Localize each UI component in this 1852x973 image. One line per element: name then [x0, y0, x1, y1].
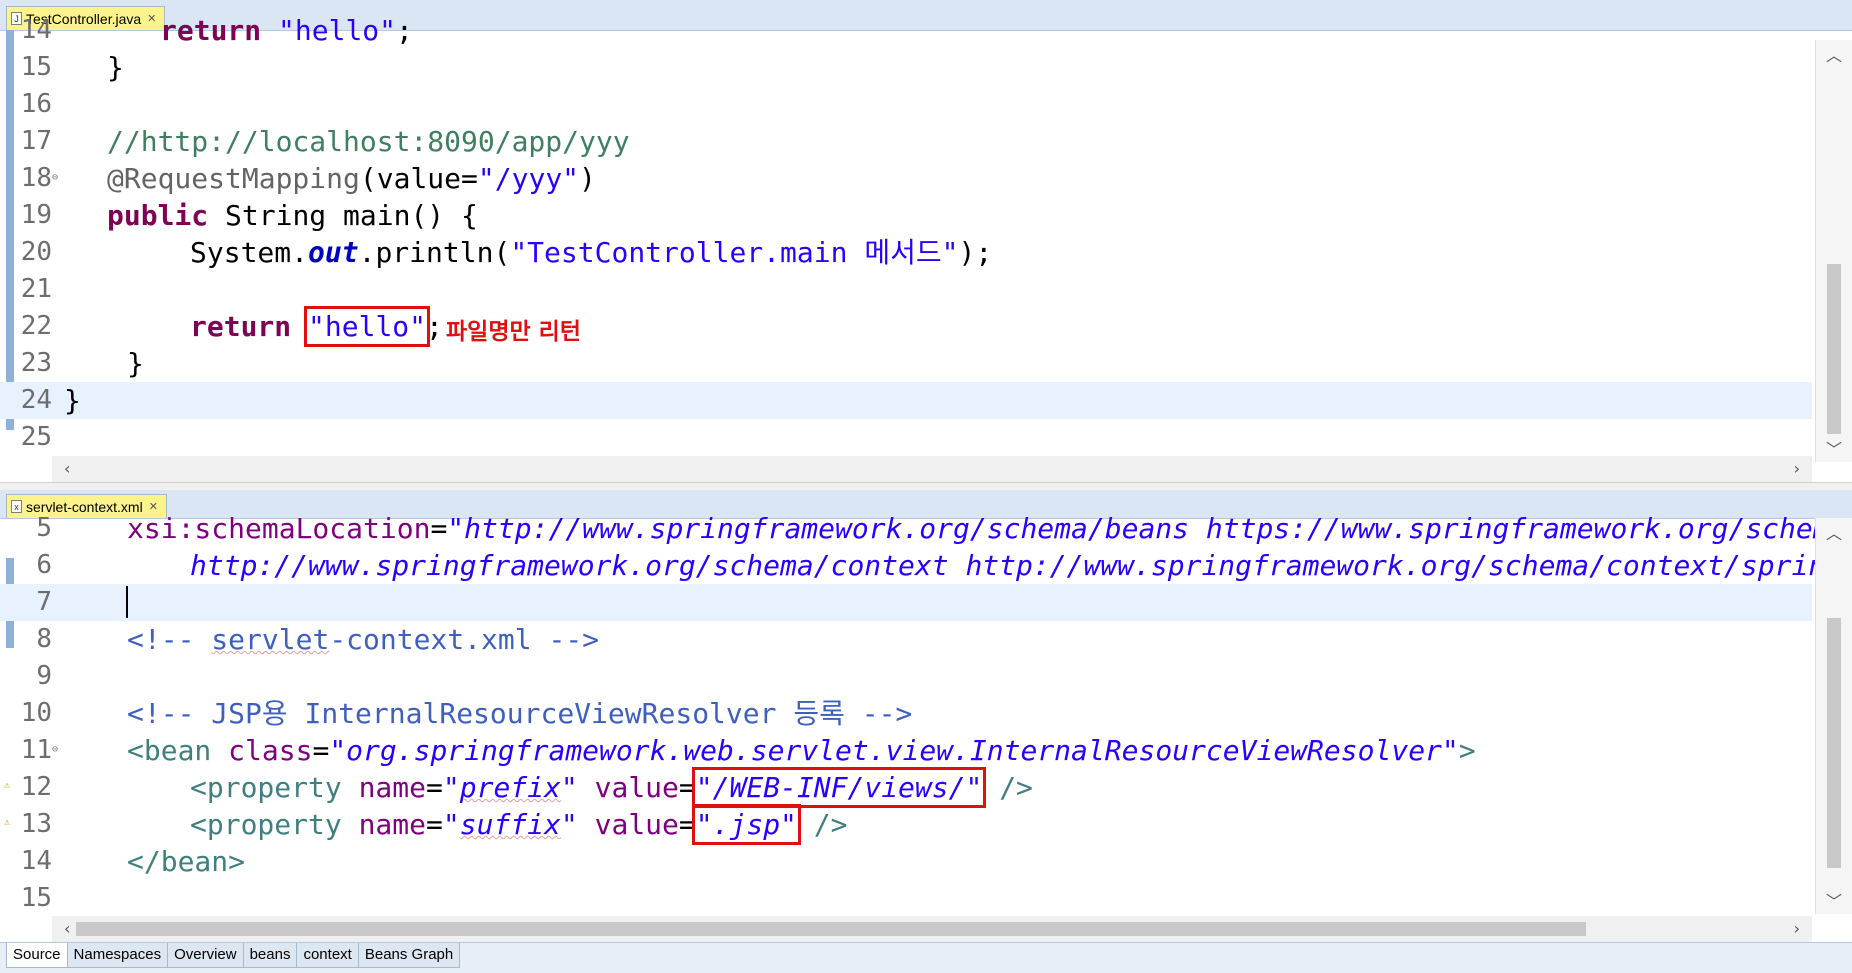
- java-editor: J TestController.java ✕ 14 return "hello…: [0, 0, 1852, 482]
- code-line: 8 <!-- servlet-context.xml -->: [0, 621, 1812, 658]
- line-number: 7: [36, 587, 52, 617]
- code-text: @RequestMapping(value="/yyy"): [107, 162, 596, 195]
- code-text: public String main() {: [107, 199, 478, 232]
- code-line: 20 System.out.println("TestController.ma…: [0, 234, 1812, 271]
- horizontal-scrollbar[interactable]: ‹ ›: [52, 916, 1812, 942]
- code-line: ⚠ 12 <property name="prefix" value="/WEB…: [0, 767, 1812, 808]
- scroll-up-icon[interactable]: ︿: [1816, 42, 1852, 66]
- line-number: 19: [20, 200, 52, 230]
- code-text: http://www.springframework.org/schema/co…: [190, 549, 1852, 582]
- scrollbar-thumb[interactable]: [1827, 264, 1841, 434]
- code-line: 6 http://www.springframework.org/schema/…: [0, 547, 1852, 584]
- annotation-note: 파일명만 리턴: [446, 319, 581, 345]
- code-line: 5 xsi:schemaLocation="http://www.springf…: [0, 510, 1852, 547]
- tab-namespaces[interactable]: Namespaces: [67, 943, 169, 968]
- code-line: 15: [0, 880, 1812, 917]
- line-number: 14: [20, 15, 52, 45]
- line-number: 14: [20, 846, 52, 876]
- vertical-scrollbar[interactable]: ︿ ﹀: [1815, 518, 1852, 914]
- line-number: 5: [36, 513, 52, 543]
- vertical-scrollbar[interactable]: ︿ ﹀: [1815, 40, 1852, 462]
- text-caret: [126, 586, 128, 618]
- line-number: 16: [20, 89, 52, 119]
- scroll-right-icon[interactable]: ›: [1794, 916, 1800, 942]
- code-line: 10 <!-- JSP용 InternalResourceViewResolve…: [0, 695, 1812, 732]
- code-text: <bean class="org.springframework.web.ser…: [127, 734, 1476, 767]
- code-line: 14 return "hello";: [0, 12, 1812, 49]
- code-text: </bean>: [127, 845, 246, 878]
- line-number: 15: [20, 883, 52, 913]
- fold-toggle-icon[interactable]: ⊖: [52, 745, 58, 755]
- code-line: 25: [0, 419, 1812, 456]
- line-number: 24: [20, 385, 52, 415]
- tab-beans-graph[interactable]: Beans Graph: [358, 943, 461, 968]
- code-line: 21: [0, 271, 1812, 308]
- code-line: 23 }: [0, 345, 1812, 382]
- code-line: 17 //http://localhost:8090/app/yyy: [0, 123, 1812, 160]
- current-code-line: 7: [0, 584, 1812, 621]
- warning-icon[interactable]: ⚠: [4, 818, 10, 828]
- code-line: 9: [0, 658, 1812, 695]
- code-text: return "hello";: [160, 14, 413, 47]
- code-line: 15 }: [0, 49, 1812, 86]
- warning-icon[interactable]: ⚠: [4, 781, 10, 791]
- comment-text: <!-- JSP용 InternalResourceViewResolver 등…: [127, 697, 913, 730]
- line-number: 22: [20, 311, 52, 341]
- scroll-down-icon[interactable]: ﹀: [1816, 888, 1852, 912]
- scroll-up-icon[interactable]: ︿: [1816, 520, 1852, 544]
- current-code-line: 24 }: [0, 382, 1812, 419]
- line-number: 18: [20, 163, 52, 193]
- code-line: 14 </bean>: [0, 843, 1812, 880]
- tab-overview[interactable]: Overview: [168, 943, 244, 968]
- code-line: 18 ⊖ @RequestMapping(value="/yyy"): [0, 160, 1812, 197]
- code-text: }: [107, 51, 124, 84]
- code-text: <property name="suffix" value=".jsp" />: [190, 804, 848, 845]
- line-number: 15: [20, 52, 52, 82]
- line-number: 23: [20, 348, 52, 378]
- xml-editor-page-tabs: Source Namespaces Overview beans context…: [0, 942, 1852, 973]
- scroll-left-icon[interactable]: ‹: [64, 916, 70, 942]
- tab-source[interactable]: Source: [6, 943, 68, 968]
- line-number: 20: [20, 237, 52, 267]
- highlighted-suffix-value: ".jsp": [691, 804, 801, 845]
- comment-text: //http://localhost:8090/app/yyy: [107, 125, 630, 158]
- code-text: System.out.println("TestController.main …: [190, 236, 993, 269]
- xml-editor: x servlet-context.xml ✕ 5 xsi:schemaLoca…: [0, 490, 1852, 942]
- code-line: 22 return "hello"; 파일명만 리턴: [0, 306, 1812, 347]
- tab-beans[interactable]: beans: [243, 943, 298, 968]
- code-text: <property name="prefix" value="/WEB-INF/…: [190, 767, 1033, 808]
- code-text: return "hello";: [190, 306, 443, 347]
- scrollbar-thumb[interactable]: [76, 922, 1586, 936]
- line-number: 25: [20, 422, 52, 452]
- scroll-left-icon[interactable]: ‹: [64, 456, 70, 482]
- line-number: 8: [36, 624, 52, 654]
- highlighted-return-value: "hello": [304, 306, 431, 347]
- code-line: 19 public String main() {: [0, 197, 1812, 234]
- horizontal-scrollbar[interactable]: ‹ ›: [52, 456, 1812, 482]
- code-line: 11 ⊖ <bean class="org.springframework.we…: [0, 732, 1812, 769]
- code-text: xsi:schemaLocation="http://www.springfra…: [127, 512, 1852, 545]
- line-number: 13: [20, 809, 52, 839]
- highlighted-prefix-value: "/WEB-INF/views/": [691, 767, 987, 808]
- line-number: 11: [20, 735, 52, 765]
- line-number: 21: [20, 274, 52, 304]
- fold-toggle-icon[interactable]: ⊖: [52, 173, 58, 183]
- scroll-down-icon[interactable]: ﹀: [1816, 436, 1852, 460]
- line-number: 12: [20, 772, 52, 802]
- tab-context[interactable]: context: [297, 943, 359, 968]
- comment-text: <!-- servlet-context.xml -->: [127, 623, 600, 656]
- code-text: }: [64, 384, 81, 417]
- line-number: 9: [36, 661, 52, 691]
- line-number: 6: [36, 550, 52, 580]
- line-number: 17: [20, 126, 52, 156]
- scrollbar-thumb[interactable]: [1827, 618, 1841, 868]
- code-text: }: [127, 347, 144, 380]
- code-line: ⚠ 13 <property name="suffix" value=".jsp…: [0, 804, 1812, 845]
- scroll-right-icon[interactable]: ›: [1794, 456, 1800, 482]
- code-line: 16: [0, 86, 1812, 123]
- line-number: 10: [20, 698, 52, 728]
